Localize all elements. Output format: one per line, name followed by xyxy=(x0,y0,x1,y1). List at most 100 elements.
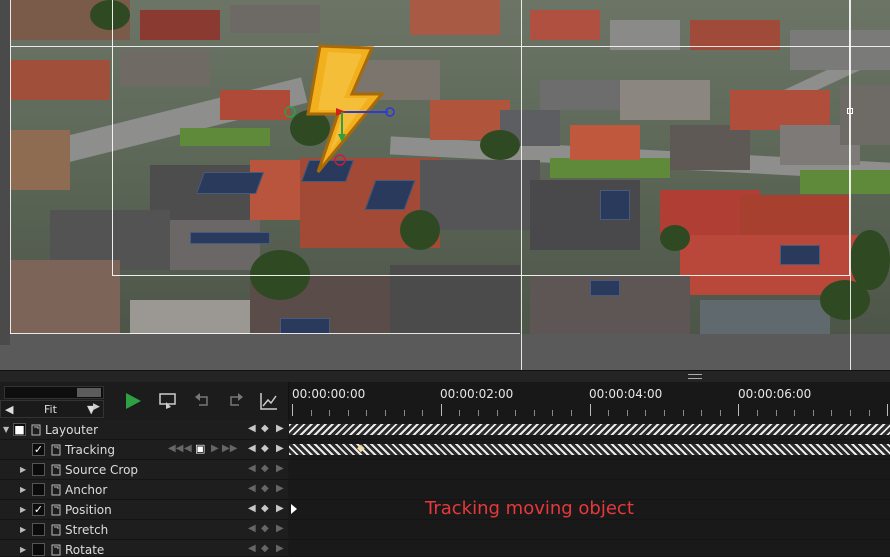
keyframe-lane-tracking[interactable]: ◆ xyxy=(289,440,890,460)
ruler-tick xyxy=(533,410,535,416)
prev-keyframe-icon[interactable]: ◀ xyxy=(248,443,256,454)
layouter-checkbox[interactable]: ■ xyxy=(13,423,26,436)
frame-bottom-edge xyxy=(10,333,520,334)
play-icon xyxy=(126,393,141,409)
track-forward-icon[interactable]: ▶ xyxy=(211,443,219,454)
track-row-rotate[interactable]: ▶ Rotate ◀ ◆ ▶ xyxy=(0,540,288,557)
add-keyframe-icon[interactable]: ◆ xyxy=(261,503,269,514)
next-keyframe-icon[interactable]: ▶ xyxy=(276,423,284,434)
track-target-icon[interactable]: ▣ xyxy=(195,442,205,455)
keyframe-lane-source-crop[interactable] xyxy=(289,460,890,480)
zoom-decrease-icon[interactable]: ◀ xyxy=(5,403,13,416)
add-keyframe-icon[interactable]: ◆ xyxy=(261,423,269,434)
graph-editor-button[interactable] xyxy=(256,388,282,414)
transform-gizmo[interactable] xyxy=(280,100,400,170)
track-row-stretch[interactable]: ▶ Stretch ◀ ◆ ▶ xyxy=(0,520,288,540)
crop-handle[interactable] xyxy=(847,108,853,114)
next-keyframe-icon[interactable]: ▶ xyxy=(276,463,284,474)
track-row-anchor[interactable]: ▶ Anchor ◀ ◆ ▶ xyxy=(0,480,288,500)
splitter-grip-icon[interactable] xyxy=(688,374,702,379)
clip-bar[interactable] xyxy=(289,424,890,435)
prev-keyframe-icon[interactable]: ◀ xyxy=(248,543,256,554)
track-row-tracking[interactable]: ✓ Tracking ◀◀ ◀ ▣ ▶ ▶▶ ◀ ◆ ▶ xyxy=(0,440,288,460)
position-checkbox[interactable]: ✓ xyxy=(32,503,45,516)
prev-keyframe-icon[interactable]: ◀ xyxy=(248,463,256,474)
track-forward-fast-icon[interactable]: ▶▶ xyxy=(222,443,237,454)
prev-keyframe-icon[interactable]: ◀ xyxy=(248,503,256,514)
track-backward-icon[interactable]: ◀ xyxy=(184,443,192,454)
keyframe-marker[interactable]: ◆ xyxy=(357,443,365,454)
tracking-keyframes-bar[interactable] xyxy=(289,444,890,455)
track-row-position[interactable]: ▶ ✓ Position ◀ ◆ ▶ xyxy=(0,500,288,520)
add-keyframe-icon[interactable]: ◆ xyxy=(261,443,269,454)
ruler-tick xyxy=(347,410,349,416)
next-keyframe-icon[interactable]: ▶ xyxy=(276,483,284,494)
effect-icon xyxy=(51,524,61,536)
next-keyframe-icon[interactable]: ▶ xyxy=(276,523,284,534)
track-label: Rotate xyxy=(65,543,105,557)
annotation-text: Tracking moving object xyxy=(425,498,634,519)
ruler-tick xyxy=(552,410,554,416)
effect-icon xyxy=(51,484,61,496)
add-keyframe-icon[interactable]: ◆ xyxy=(261,543,269,554)
prev-keyframe-icon[interactable]: ◀ xyxy=(248,523,256,534)
source-crop-checkbox[interactable] xyxy=(32,463,45,476)
ruler-tick xyxy=(571,410,572,416)
ruler-tick xyxy=(440,404,442,416)
ruler-tick xyxy=(366,410,368,416)
ruler-tick xyxy=(626,410,628,416)
next-keyframe-icon[interactable]: ▶ xyxy=(276,543,284,554)
expand-arrow-icon[interactable]: ▶ xyxy=(20,505,26,514)
ruler-tick xyxy=(310,410,312,416)
panel-splitter[interactable] xyxy=(0,370,890,382)
anchor-checkbox[interactable] xyxy=(32,483,45,496)
expand-arrow-icon[interactable]: ▶ xyxy=(20,545,26,554)
tracking-checkbox[interactable]: ✓ xyxy=(32,443,45,456)
timeline-ruler[interactable]: 00:00:00:00 00:00:02:00 00:00:04:00 00:0… xyxy=(288,382,890,420)
effect-icon xyxy=(51,504,61,516)
ruler-tick-label: 00:00:04:00 xyxy=(589,387,663,401)
keyframe-lane-rotate[interactable] xyxy=(289,540,890,557)
zoom-slider-thumb[interactable] xyxy=(77,388,101,397)
zoom-fit-select[interactable]: ◀ Fit ▼ xyxy=(0,400,104,418)
vertical-guide-right[interactable] xyxy=(850,0,851,370)
timeline-zoom-slider[interactable] xyxy=(4,386,104,399)
track-row-layouter[interactable]: ▼ ■ Layouter ◀ ◆ ▶ xyxy=(0,420,288,440)
track-label: Tracking xyxy=(65,443,115,457)
expand-arrow-icon[interactable]: ▶ xyxy=(20,525,26,534)
expand-arrow-icon[interactable]: ▶ xyxy=(20,485,26,494)
track-backward-fast-icon[interactable]: ◀◀ xyxy=(168,443,183,454)
ruler-tick xyxy=(608,410,610,416)
redo-button[interactable] xyxy=(222,388,248,414)
keyframe-lane-anchor[interactable] xyxy=(289,480,890,500)
ruler-tick xyxy=(794,410,796,416)
rotate-checkbox[interactable] xyxy=(32,543,45,556)
prev-keyframe-icon[interactable]: ◀ xyxy=(248,423,256,434)
crop-box[interactable] xyxy=(112,0,850,276)
stretch-checkbox[interactable] xyxy=(32,523,45,536)
video-preview[interactable] xyxy=(0,0,890,370)
collapse-arrow-icon[interactable]: ▼ xyxy=(3,425,9,434)
effect-icon xyxy=(51,464,61,476)
ruler-tick xyxy=(645,410,647,416)
keyframe-lane-layouter[interactable] xyxy=(289,420,890,440)
prev-keyframe-icon[interactable]: ◀ xyxy=(248,483,256,494)
track-row-source-crop[interactable]: ▶ Source Crop ◀ ◆ ▶ xyxy=(0,460,288,480)
expand-arrow-icon[interactable]: ▶ xyxy=(20,465,26,474)
next-keyframe-icon[interactable]: ▶ xyxy=(276,443,284,454)
add-keyframe-icon[interactable]: ◆ xyxy=(261,463,269,474)
undo-button[interactable] xyxy=(190,388,216,414)
loop-playback-button[interactable] xyxy=(155,388,181,414)
graph-editor-icon xyxy=(260,393,277,410)
keyframe-lane-stretch[interactable] xyxy=(289,520,890,540)
add-keyframe-icon[interactable]: ◆ xyxy=(261,483,269,494)
play-button[interactable] xyxy=(120,388,146,414)
zoom-increase-icon[interactable]: ▶ xyxy=(93,402,100,412)
next-keyframe-icon[interactable]: ▶ xyxy=(276,503,284,514)
ruler-tick xyxy=(812,410,814,416)
ruler-tick xyxy=(329,410,331,416)
ruler-tick xyxy=(775,410,777,416)
track-label: Anchor xyxy=(65,483,108,497)
add-keyframe-icon[interactable]: ◆ xyxy=(261,523,269,534)
playhead-marker[interactable] xyxy=(291,504,297,514)
